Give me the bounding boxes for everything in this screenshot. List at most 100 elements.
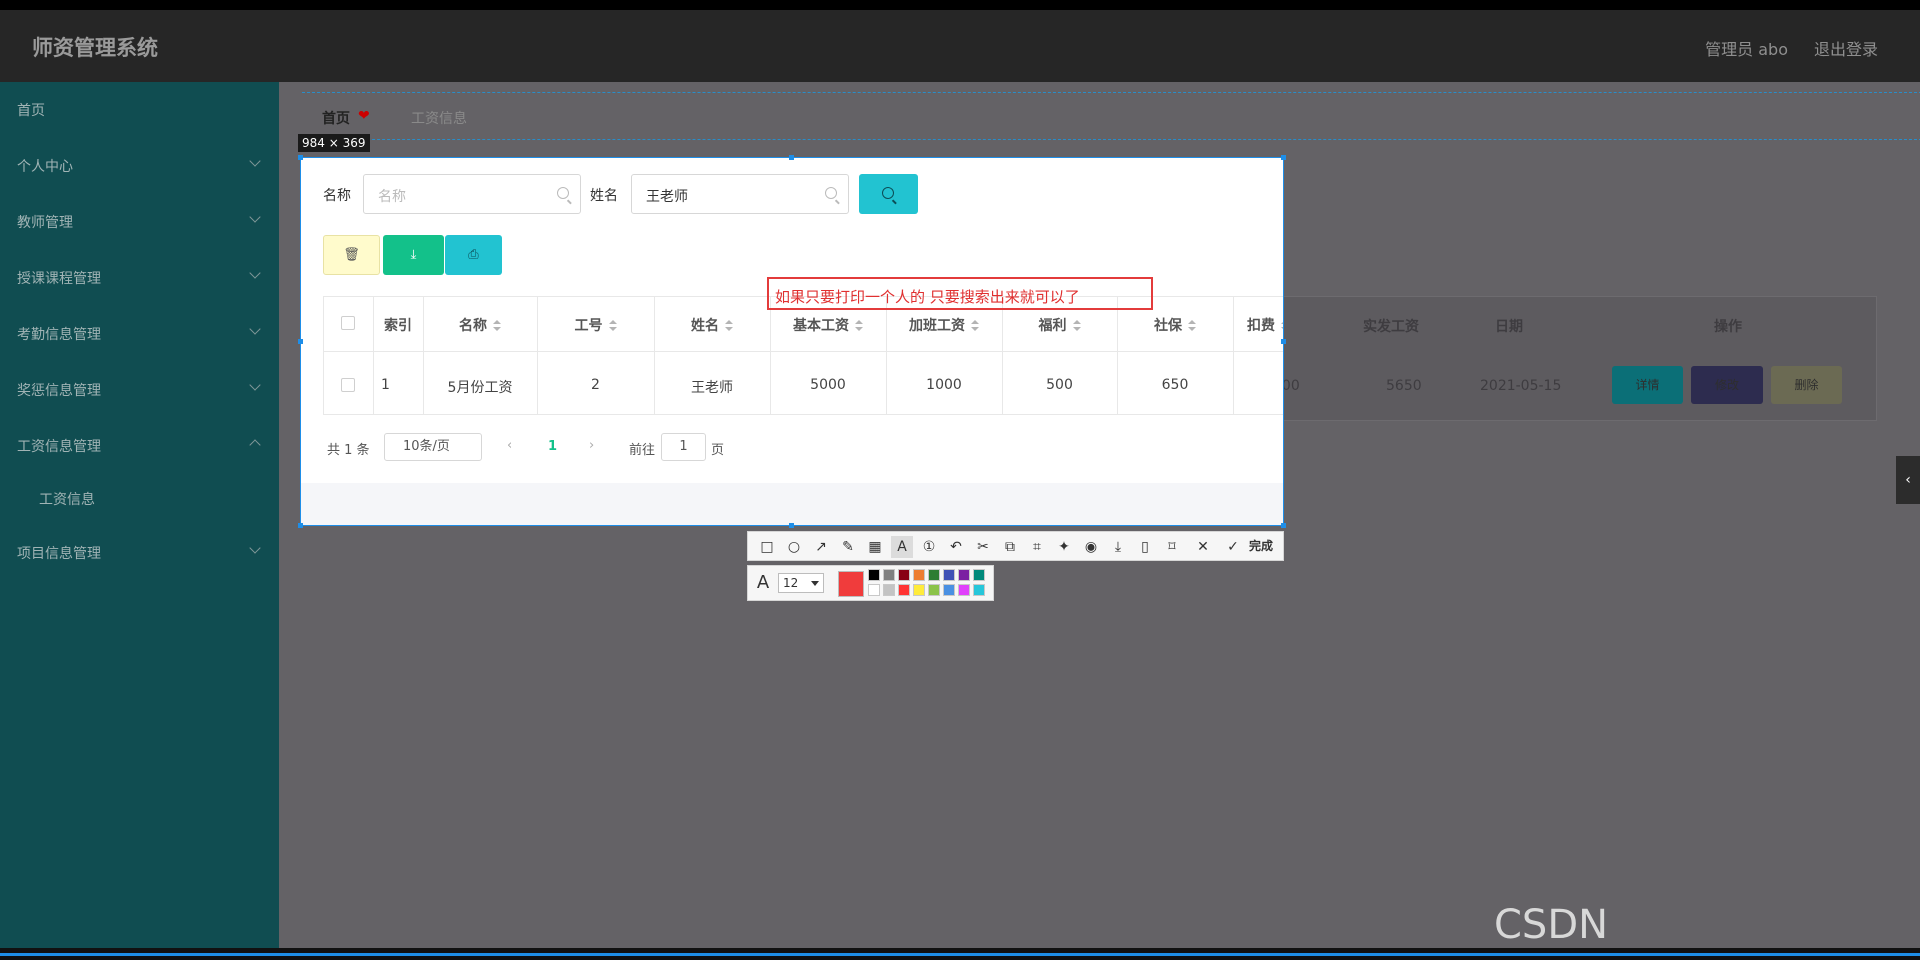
ellipse-tool-icon[interactable]: ○ <box>783 536 805 558</box>
logout-link[interactable]: 退出登录 <box>1814 36 1878 60</box>
goto-page-input[interactable]: 1 <box>661 433 706 461</box>
sidebar: 首页 个人中心 教师管理 授课课程管理 考勤信息管理 奖惩信息管理 工资信息管理… <box>0 82 279 948</box>
resize-handle[interactable] <box>1281 523 1286 528</box>
done-button[interactable]: 完成 <box>1249 537 1273 554</box>
td-base-salary: 5000 <box>810 377 846 393</box>
table-header-divider <box>323 351 1283 352</box>
font-size-select[interactable]: 12 <box>778 573 824 593</box>
color-swatch[interactable] <box>928 569 940 581</box>
teacher-name-input[interactable]: 王老师 <box>631 174 849 214</box>
pin-icon[interactable]: ✦ <box>1053 536 1075 558</box>
check-icon[interactable]: ✓ <box>1222 536 1244 558</box>
translate-icon[interactable]: ⧉ <box>999 536 1021 558</box>
ocr-icon[interactable]: ⌗ <box>1026 536 1048 558</box>
chevron-up-icon <box>249 439 261 451</box>
color-swatch[interactable] <box>913 569 925 581</box>
resize-handle[interactable] <box>298 155 303 160</box>
sidebar-item-salary-info[interactable]: 工资信息 <box>0 478 279 518</box>
batch-delete-button[interactable]: 🗑 <box>323 235 380 275</box>
sort-icon[interactable] <box>1281 320 1283 332</box>
color-swatch[interactable] <box>883 584 895 596</box>
sort-icon[interactable] <box>725 320 733 332</box>
breadcrumb-home[interactable]: 首页 <box>322 108 350 128</box>
sort-icon[interactable] <box>971 320 979 332</box>
color-swatch[interactable] <box>958 569 970 581</box>
color-swatch[interactable] <box>928 584 940 596</box>
color-swatch[interactable] <box>943 584 955 596</box>
resize-handle[interactable] <box>298 523 303 528</box>
bookmark-icon[interactable]: ⌑ <box>1161 536 1183 558</box>
th-name[interactable]: 名称 <box>423 315 537 335</box>
resize-handle[interactable] <box>298 339 303 344</box>
name-search-input[interactable]: 名称 <box>363 174 581 214</box>
next-page-icon[interactable]: › <box>589 438 594 453</box>
search-button[interactable] <box>859 174 918 214</box>
trash-icon: 🗑 <box>343 247 360 263</box>
sort-icon[interactable] <box>855 320 863 332</box>
color-swatch[interactable] <box>973 584 985 596</box>
edit-button[interactable]: 修改 <box>1691 366 1763 404</box>
color-swatch[interactable] <box>898 569 910 581</box>
th-actions: 操作 <box>1714 319 1742 335</box>
resize-handle[interactable] <box>1281 155 1286 160</box>
rectangle-tool-icon[interactable]: □ <box>756 536 778 558</box>
arrow-tool-icon[interactable]: ↗ <box>810 536 832 558</box>
color-swatch[interactable] <box>973 569 985 581</box>
current-color-swatch[interactable] <box>838 571 864 597</box>
close-icon[interactable]: ✕ <box>1192 536 1214 558</box>
color-swatch[interactable] <box>868 584 880 596</box>
color-swatch[interactable] <box>883 569 895 581</box>
resize-handle[interactable] <box>789 155 794 160</box>
goto-label: 前往 <box>629 443 656 458</box>
sidebar-item-projects[interactable]: 项目信息管理 <box>0 532 279 572</box>
select-all-checkbox[interactable] <box>341 316 355 330</box>
th-social-security[interactable]: 社保 <box>1117 315 1233 335</box>
th-base-salary[interactable]: 基本工资 <box>770 315 886 335</box>
annotation-text-box[interactable]: 如果只要打印一个人的 只要搜索出来就可以了 <box>767 277 1153 310</box>
th-teacher-name[interactable]: 姓名 <box>654 315 770 335</box>
resize-handle[interactable] <box>789 523 794 528</box>
text-tool-icon[interactable]: A <box>891 536 913 558</box>
color-swatch[interactable] <box>958 584 970 596</box>
resize-handle[interactable] <box>1281 339 1286 344</box>
th-welfare[interactable]: 福利 <box>1002 315 1117 335</box>
capture-region[interactable]: 名称 名称 姓名 王老师 🗑 ⤓ ⎙ 索引 名称 工号 姓名 基本工资 加班工资… <box>300 157 1284 526</box>
row-checkbox[interactable] <box>341 378 355 392</box>
sidebar-item-teachers[interactable]: 教师管理 <box>0 201 279 241</box>
sort-icon[interactable] <box>608 320 617 332</box>
delete-row-button[interactable]: 删除 <box>1771 366 1842 404</box>
pen-tool-icon[interactable]: ✎ <box>837 536 859 558</box>
color-swatch[interactable] <box>913 584 925 596</box>
export-button[interactable]: ⤓ <box>383 235 444 275</box>
detail-button[interactable]: 详情 <box>1612 366 1683 404</box>
th-staff-id[interactable]: 工号 <box>537 315 654 335</box>
sort-icon[interactable] <box>493 320 501 332</box>
sort-icon[interactable] <box>1188 320 1196 332</box>
breadcrumb-heart-icon: ❤ <box>358 108 370 124</box>
sidebar-item-profile[interactable]: 个人中心 <box>0 145 279 185</box>
phone-icon[interactable]: ▯ <box>1134 536 1156 558</box>
sidebar-item-rewards[interactable]: 奖惩信息管理 <box>0 369 279 409</box>
mosaic-tool-icon[interactable]: ▦ <box>864 536 886 558</box>
record-icon[interactable]: ◉ <box>1080 536 1102 558</box>
color-swatch[interactable] <box>943 569 955 581</box>
print-button[interactable]: ⎙ <box>445 235 502 275</box>
td-teacher-name: 王老师 <box>691 380 733 396</box>
right-collapse-tab[interactable]: ‹ <box>1896 456 1920 504</box>
th-overtime[interactable]: 加班工资 <box>886 315 1002 335</box>
undo-icon[interactable]: ↶ <box>945 536 967 558</box>
sidebar-item-attendance[interactable]: 考勤信息管理 <box>0 313 279 353</box>
page-number-current[interactable]: 1 <box>548 439 557 454</box>
th-deduction[interactable]: 扣费 <box>1233 315 1283 335</box>
number-tool-icon[interactable]: ① <box>918 536 940 558</box>
page-size-select[interactable]: 10条/页 <box>384 433 482 461</box>
sort-icon[interactable] <box>1072 320 1081 332</box>
sidebar-item-salary-management[interactable]: 工资信息管理 <box>0 425 279 465</box>
scissors-icon[interactable]: ✂ <box>972 536 994 558</box>
prev-page-icon[interactable]: ‹ <box>507 438 512 453</box>
save-icon[interactable]: ⤓ <box>1107 536 1129 558</box>
sidebar-item-home[interactable]: 首页 <box>0 89 279 129</box>
color-swatch[interactable] <box>898 584 910 596</box>
color-swatch[interactable] <box>868 569 880 581</box>
sidebar-item-courses[interactable]: 授课课程管理 <box>0 257 279 297</box>
